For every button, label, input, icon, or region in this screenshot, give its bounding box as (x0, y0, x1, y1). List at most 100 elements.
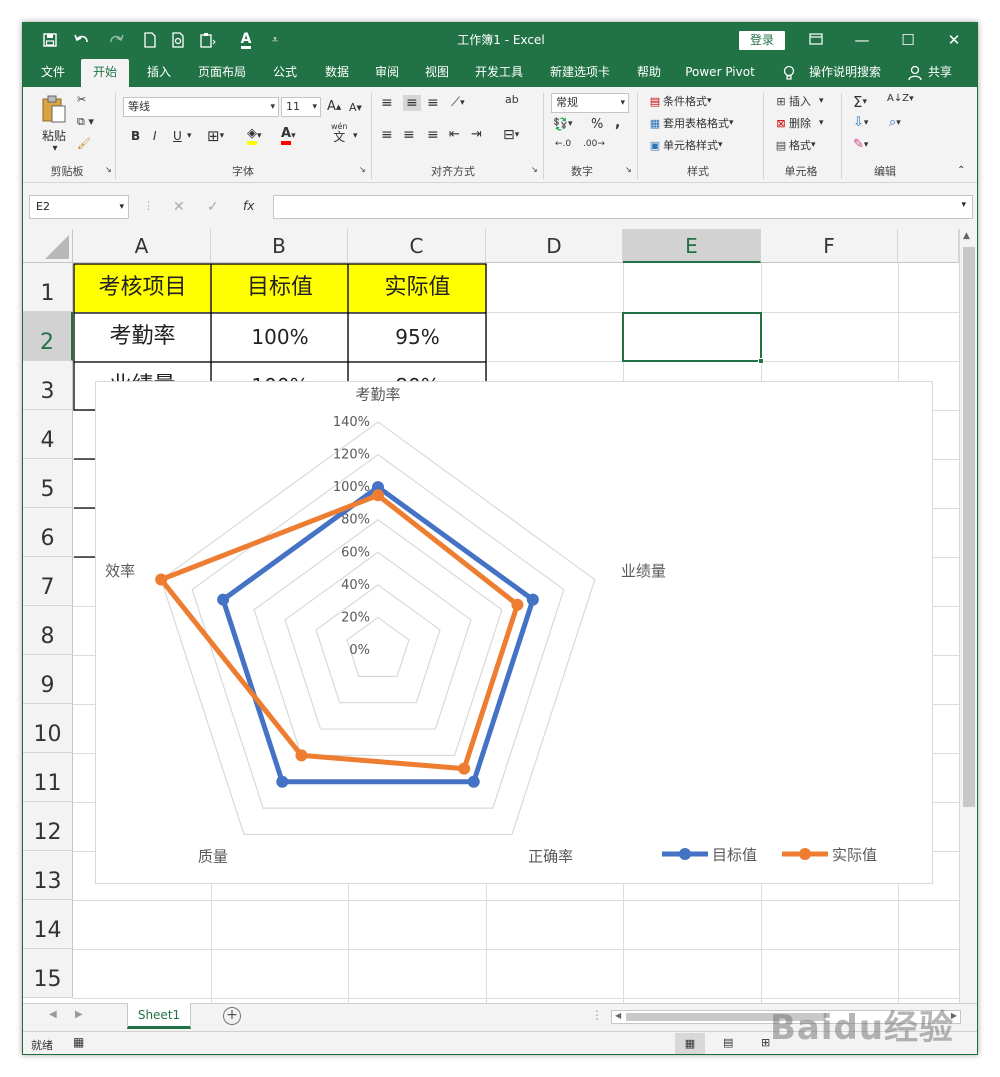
format-cells-button[interactable]: ▤ 格式 ▾ (773, 137, 816, 153)
decrease-indent-icon[interactable]: ⇤ (449, 127, 460, 142)
font-launcher-icon[interactable]: ↘ (359, 165, 366, 174)
tab-data[interactable]: 数据 (313, 59, 361, 87)
align-left-icon[interactable]: ≡ (381, 127, 393, 143)
clipboard-launcher-icon[interactable]: ↘ (105, 165, 112, 174)
align-right-icon[interactable]: ≡ (427, 127, 439, 143)
format-as-table-button[interactable]: ▦ 套用表格格式 ▾ (647, 115, 734, 131)
underline-button[interactable]: U (173, 129, 182, 143)
align-middle-icon[interactable]: ≡ (403, 95, 421, 111)
align-top-icon[interactable]: ≡ (381, 95, 393, 111)
vertical-scrollbar[interactable]: ▲ ▼ (959, 229, 977, 1024)
scroll-thumb[interactable] (963, 247, 975, 807)
redo-icon[interactable] (101, 23, 131, 57)
tab-power-pivot[interactable]: Power Pivot (679, 59, 761, 87)
decrease-decimal-icon[interactable]: .00→ (583, 139, 605, 149)
macro-record-icon[interactable]: ▦ (73, 1035, 84, 1049)
name-box[interactable]: E2 ▾ (29, 195, 129, 219)
shrink-font-button[interactable]: A ▼ (349, 101, 362, 114)
collapse-ribbon-icon[interactable]: ⌃ (957, 165, 965, 176)
percent-style-button[interactable]: % (591, 117, 603, 132)
worksheet-grid[interactable]: A B C D E F 1 2 3 4 5 6 7 8 9 10 11 12 13 14 15 考核项目 目… (23, 229, 959, 1014)
chevron-down-icon[interactable]: ▾ (353, 131, 358, 141)
formula-input[interactable]: ▾ (273, 195, 973, 219)
format-painter-icon[interactable]: 🖌 (77, 137, 91, 150)
number-format-box[interactable]: 常规 ▾ (551, 93, 629, 113)
font-color-icon[interactable]: A ▾ (281, 127, 296, 145)
italic-button[interactable]: I (153, 129, 157, 143)
undo-icon[interactable] (67, 23, 97, 57)
share-user-icon[interactable] (907, 59, 923, 87)
insert-function-button[interactable]: fx (243, 199, 254, 213)
paste-quick-icon[interactable] (193, 23, 223, 57)
paste-icon[interactable] (37, 93, 71, 125)
tab-view[interactable]: 视图 (413, 59, 461, 87)
increase-decimal-icon[interactable]: ←.0 (555, 139, 571, 149)
paste-label[interactable]: 粘贴 (37, 127, 71, 144)
conditional-formatting-button[interactable]: ▤ 条件格式 ▾ (647, 93, 712, 109)
find-select-icon[interactable]: ⌕ ▾ (889, 115, 901, 130)
autosum-icon[interactable]: Σ ▾ (853, 93, 867, 111)
tab-new-tab[interactable]: 新建选项卡 (543, 59, 617, 87)
page-break-view-icon[interactable]: ⊞ (761, 1036, 770, 1049)
maximize-button[interactable]: ☐ (885, 23, 931, 57)
cancel-entry-icon[interactable]: ✕ (173, 199, 185, 215)
minimize-button[interactable]: — (839, 23, 885, 57)
cell-styles-button[interactable]: ▣ 单元格样式 ▾ (647, 137, 723, 153)
new-file-icon[interactable] (139, 23, 161, 57)
tab-file[interactable]: 文件 (31, 59, 75, 87)
fill-color-icon[interactable]: ◈ ▾ (247, 127, 262, 145)
tab-developer[interactable]: 开发工具 (467, 59, 531, 87)
accounting-format-icon[interactable]: 💱 ▾ (553, 117, 572, 131)
tab-help[interactable]: 帮助 (627, 59, 671, 87)
selected-cell-e2[interactable] (622, 312, 764, 364)
fill-icon[interactable]: ⇩ ▾ (853, 115, 868, 130)
increase-indent-icon[interactable]: ⇥ (471, 127, 482, 142)
font-name-box[interactable]: 等线 ▾ (123, 97, 279, 117)
phonetic-icon[interactable]: wén 文 (331, 121, 348, 143)
copy-icon[interactable]: ⧉ ▾ (77, 115, 94, 129)
tab-page-layout[interactable]: 页面布局 (189, 59, 255, 87)
save-icon[interactable] (37, 23, 63, 57)
tab-formulas[interactable]: 公式 (261, 59, 309, 87)
orientation-icon[interactable]: ⟋ ▾ (451, 95, 465, 110)
tab-insert[interactable]: 插入 (135, 59, 183, 87)
customize-quick-access-icon[interactable]: ⩡ (267, 23, 283, 57)
close-button[interactable]: ✕ (931, 23, 977, 57)
fill-handle[interactable] (758, 358, 764, 364)
normal-view-icon[interactable]: ▦ (675, 1033, 705, 1054)
grow-font-button[interactable]: A ▲ (327, 99, 341, 114)
font-size-box[interactable]: 11 ▾ (281, 97, 321, 117)
share-button[interactable]: 共享 (923, 59, 957, 87)
next-sheet-icon[interactable]: ▶ (75, 1009, 83, 1020)
scroll-up-icon[interactable]: ▲ (963, 231, 970, 241)
sheet-tab-sheet1[interactable]: Sheet1 (127, 1003, 191, 1029)
radar-chart[interactable]: 0% 20% 40% 60% 80% 100% 120% 140% 考勤率 业绩量 正确率 质量 效率目… (95, 381, 933, 884)
merge-center-icon[interactable]: ⊟ ▾ (503, 127, 519, 143)
tell-me-search[interactable]: 操作说明搜索 (805, 59, 885, 87)
sort-filter-icon[interactable]: A↓Z ▾ (887, 93, 914, 104)
login-button[interactable]: 登录 (739, 31, 785, 50)
tab-review[interactable]: 审阅 (363, 59, 411, 87)
page-layout-view-icon[interactable]: ▤ (723, 1036, 733, 1049)
clear-icon[interactable]: ✎ ▾ (853, 137, 868, 152)
align-center-icon[interactable]: ≡ (403, 127, 415, 143)
confirm-entry-icon[interactable]: ✓ (207, 199, 219, 215)
comma-style-button[interactable]: , (615, 115, 620, 131)
alignment-launcher-icon[interactable]: ↘ (531, 165, 538, 174)
expand-formula-icon[interactable]: ▾ (961, 200, 966, 210)
print-preview-icon[interactable] (167, 23, 189, 57)
prev-sheet-icon[interactable]: ◀ (49, 1009, 57, 1020)
lightbulb-icon[interactable] (779, 59, 799, 87)
wrap-text-icon[interactable]: ab (505, 93, 519, 106)
delete-cells-button[interactable]: ⊠ 删除 ▾ (773, 115, 823, 131)
font-color-quick-icon[interactable]: A (231, 23, 261, 57)
chevron-down-icon[interactable]: ▾ (187, 131, 192, 141)
insert-cells-button[interactable]: ⊞ 插入 ▾ (773, 93, 823, 109)
tab-home[interactable]: 开始 (81, 59, 129, 87)
cut-icon[interactable]: ✂ (77, 93, 86, 106)
ribbon-display-options-icon[interactable] (793, 23, 839, 57)
bold-button[interactable]: B (131, 129, 140, 143)
borders-icon[interactable]: ⊞ ▾ (207, 127, 224, 145)
scroll-left-icon[interactable]: ◀ (615, 1011, 621, 1020)
add-sheet-icon[interactable]: + (223, 1007, 241, 1025)
